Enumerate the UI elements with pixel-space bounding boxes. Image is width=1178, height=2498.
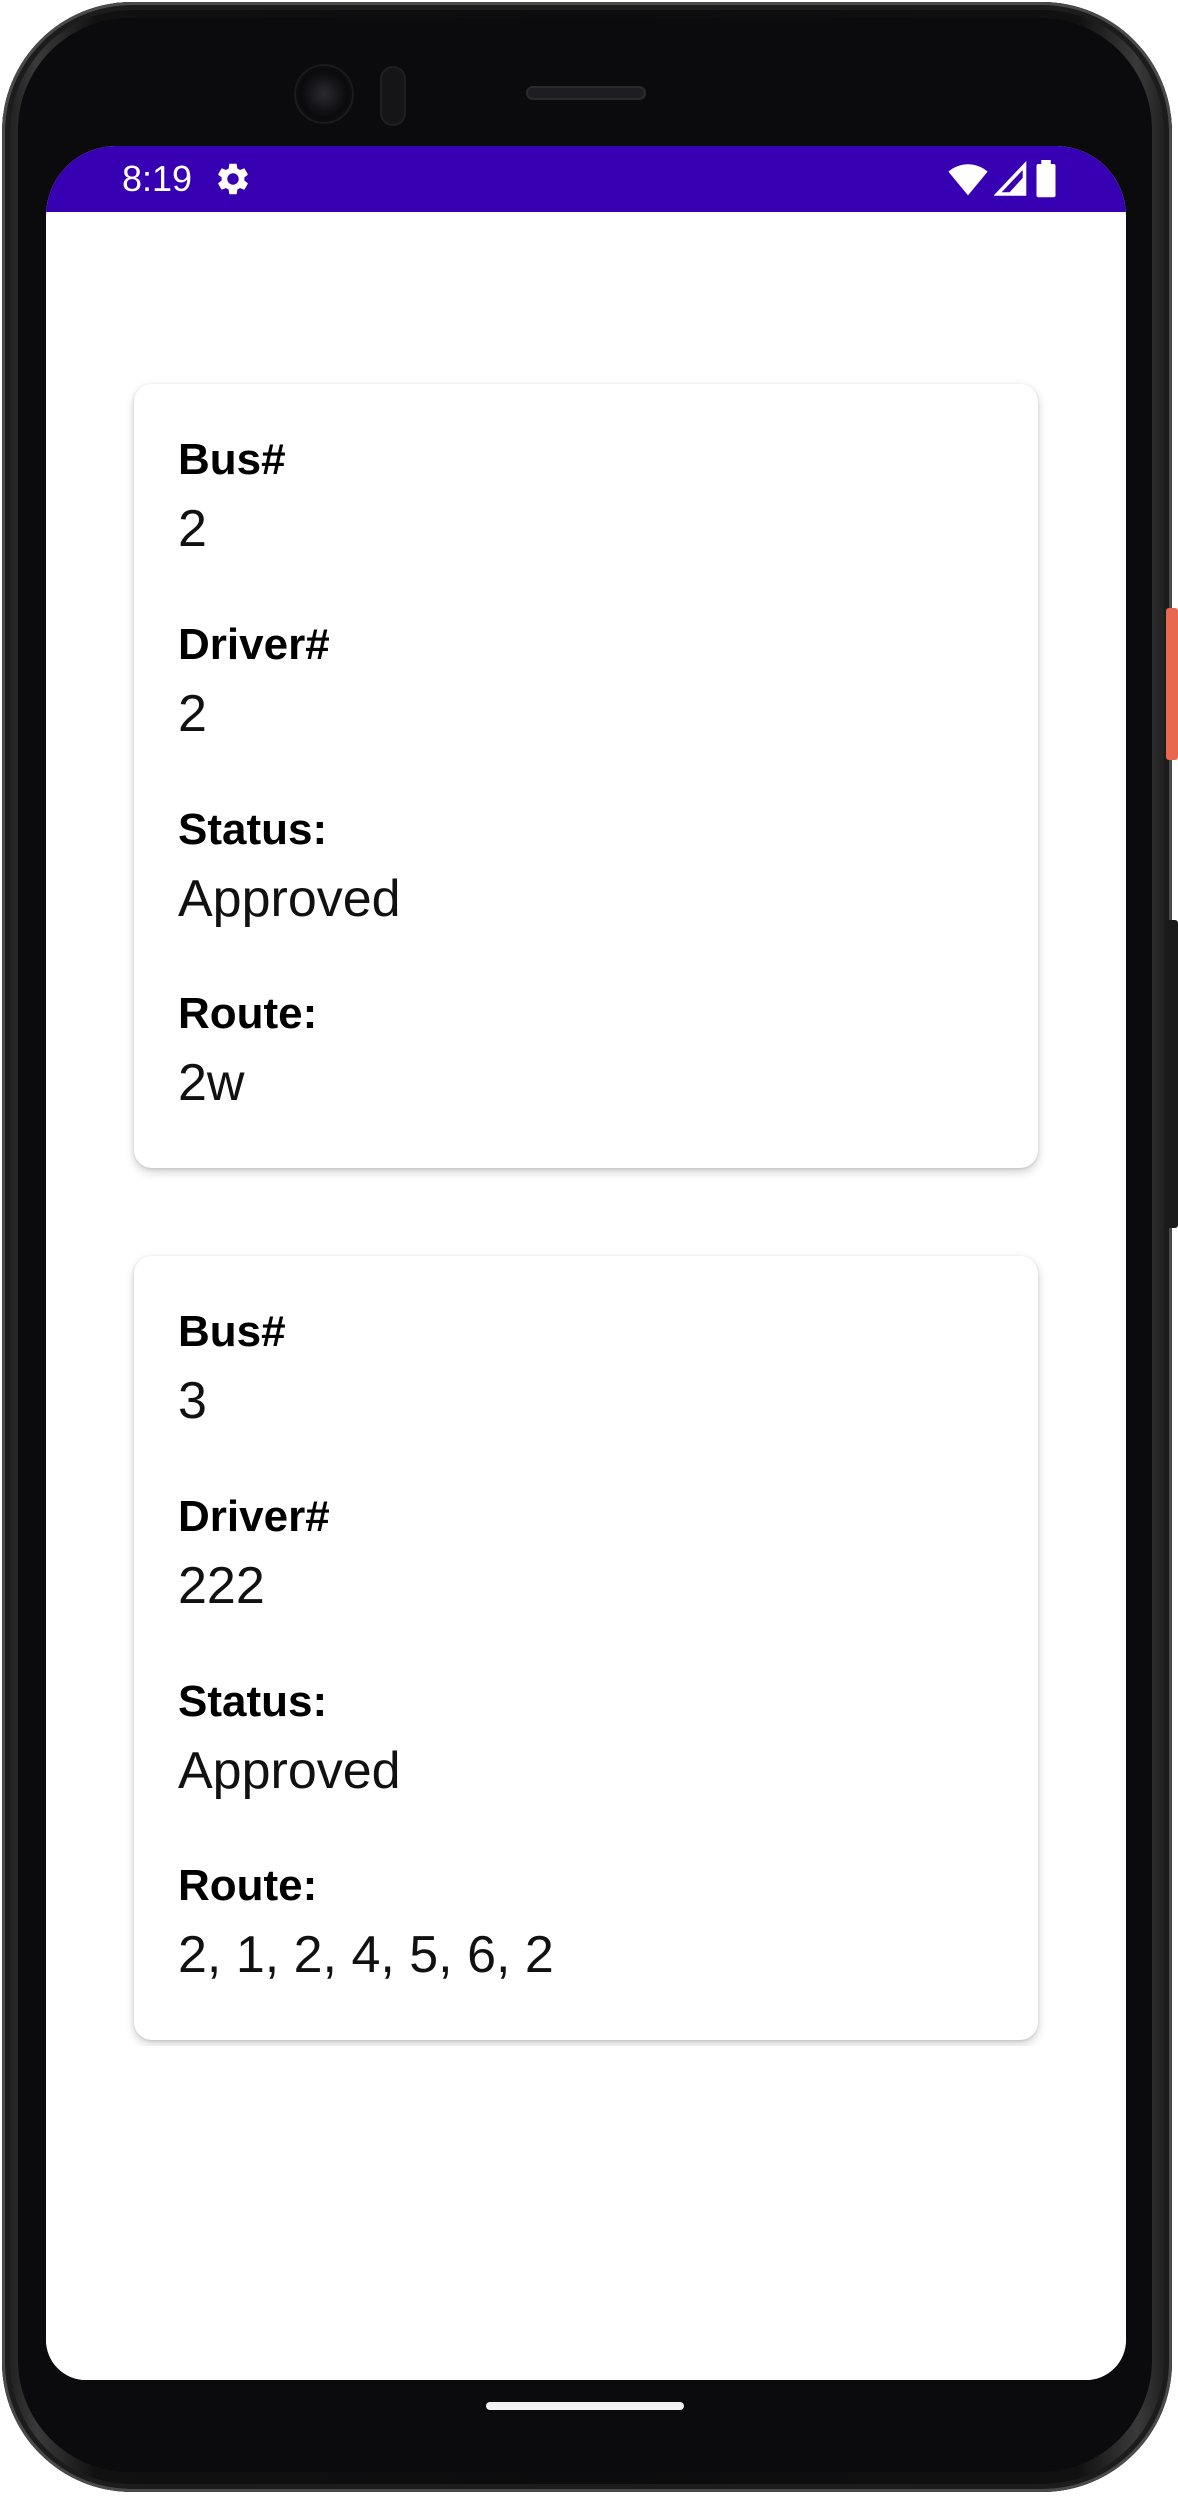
status-label: Status: [178,1677,328,1726]
phone-device: 8:19 Bus# 2 Driver# 2 Status: Approved R… [0,0,1178,2498]
route-field: Route: 2, 1, 2, 4, 5, 6, 2 [178,1860,994,1986]
driver-number-label: Driver# [178,1492,330,1541]
list-bottom-area [46,2046,1126,2380]
status-label: Status: [178,805,328,854]
route-label: Route: [178,1861,318,1910]
status-value: Approved [178,1742,401,1800]
battery-icon [1036,160,1056,198]
driver-number-field: Driver# 2 [178,619,994,745]
proximity-sensor [380,66,406,126]
route-value: 2w [178,1054,245,1112]
driver-number-label: Driver# [178,620,330,669]
route-label: Route: [178,989,318,1038]
bus-card[interactable]: Bus# 2 Driver# 2 Status: Approved Route:… [134,384,1038,1168]
driver-number-value: 2 [178,685,207,743]
wifi-icon [948,164,988,196]
bus-number-field: Bus# 2 [178,434,994,560]
cell-signal-icon [994,161,1027,196]
status-value: Approved [178,870,401,928]
bus-number-label: Bus# [178,435,286,484]
front-camera-icon [296,66,352,122]
gesture-nav-bar [46,2380,1126,2434]
app-screen: 8:19 Bus# 2 Driver# 2 Status: Approved R… [46,146,1126,2380]
earpiece-speaker [526,86,646,100]
route-value: 2, 1, 2, 4, 5, 6, 2 [178,1926,554,1984]
home-indicator[interactable] [486,2402,684,2410]
status-field: Status: Approved [178,1676,994,1802]
power-button [1166,608,1178,760]
status-field: Status: Approved [178,804,994,930]
bus-number-field: Bus# 3 [178,1306,994,1432]
status-bar: 8:19 [46,146,1126,212]
bus-number-label: Bus# [178,1307,286,1356]
route-field: Route: 2w [178,988,994,1114]
settings-gear-icon [218,163,248,195]
driver-number-field: Driver# 222 [178,1491,994,1617]
volume-button [1166,920,1178,1228]
status-time: 8:19 [122,158,193,199]
bus-number-value: 3 [178,1372,207,1430]
driver-number-value: 222 [178,1557,265,1615]
bus-number-value: 2 [178,500,207,558]
bus-card[interactable]: Bus# 3 Driver# 222 Status: Approved Rout… [134,1256,1038,2040]
status-icons [948,160,1058,198]
